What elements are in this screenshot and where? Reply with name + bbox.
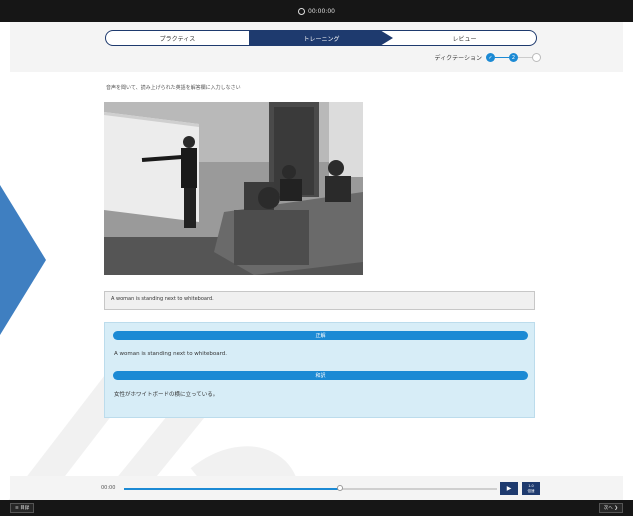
translation-text: 女性がホワイトボードの横に立っている。 xyxy=(114,392,219,398)
step-current: 2 xyxy=(509,53,518,62)
header-panel: プラクティス トレーニング レビュー ディクテーション ✓ 2 xyxy=(10,22,623,72)
mode-tabs: プラクティス トレーニング レビュー xyxy=(105,30,537,46)
tab-training[interactable]: トレーニング xyxy=(250,31,393,45)
instruction-text: 音声を聞いて、読み上げられた英語を解答欄に入力しなさい xyxy=(106,85,241,91)
menu-button[interactable]: ≡ 目録 xyxy=(10,503,35,513)
speed-button[interactable]: 1.0 倍速 xyxy=(522,482,540,495)
translation-heading: 和訳 xyxy=(113,371,528,380)
app-window: 00:00:00 プラクティス トレーニング レビュー ディクテーション ✓ 2… xyxy=(0,0,633,516)
next-button[interactable]: 次へ ❯ xyxy=(598,503,623,513)
meeting-photo xyxy=(104,102,363,275)
correct-heading: 正解 xyxy=(113,331,528,340)
decorative-arrow xyxy=(0,185,46,335)
step-indicator: ディクテーション ✓ 2 xyxy=(435,53,541,62)
speed-label: 倍速 xyxy=(527,488,535,493)
bottom-bar: ≡ 目録 次へ ❯ xyxy=(0,500,633,516)
seek-handle[interactable] xyxy=(337,485,344,491)
seek-progress xyxy=(124,488,341,490)
seek-bar[interactable] xyxy=(124,485,497,491)
step-label: ディクテーション xyxy=(434,55,482,62)
clock-icon xyxy=(298,7,306,15)
timer-text: 00:00:00 xyxy=(308,7,335,15)
audio-player: 00:00 ▶ 1.0 倍速 xyxy=(10,476,623,500)
current-time: 00:00 xyxy=(101,485,116,491)
answer-input[interactable]: A woman is standing next to whiteboard. xyxy=(104,291,535,310)
correct-answer-text: A woman is standing next to whiteboard. xyxy=(114,351,227,357)
step-pending xyxy=(532,53,541,62)
tab-practice[interactable]: プラクティス xyxy=(106,31,250,45)
step-connector xyxy=(518,56,532,59)
play-icon: ▶ xyxy=(506,485,512,492)
step-done-check-icon: ✓ xyxy=(486,53,495,62)
play-button[interactable]: ▶ xyxy=(500,482,518,495)
top-bar: 00:00:00 xyxy=(0,0,633,22)
tab-review[interactable]: レビュー xyxy=(393,31,536,45)
result-panel: 正解 A woman is standing next to whiteboar… xyxy=(104,322,535,418)
step-connector xyxy=(495,56,509,59)
